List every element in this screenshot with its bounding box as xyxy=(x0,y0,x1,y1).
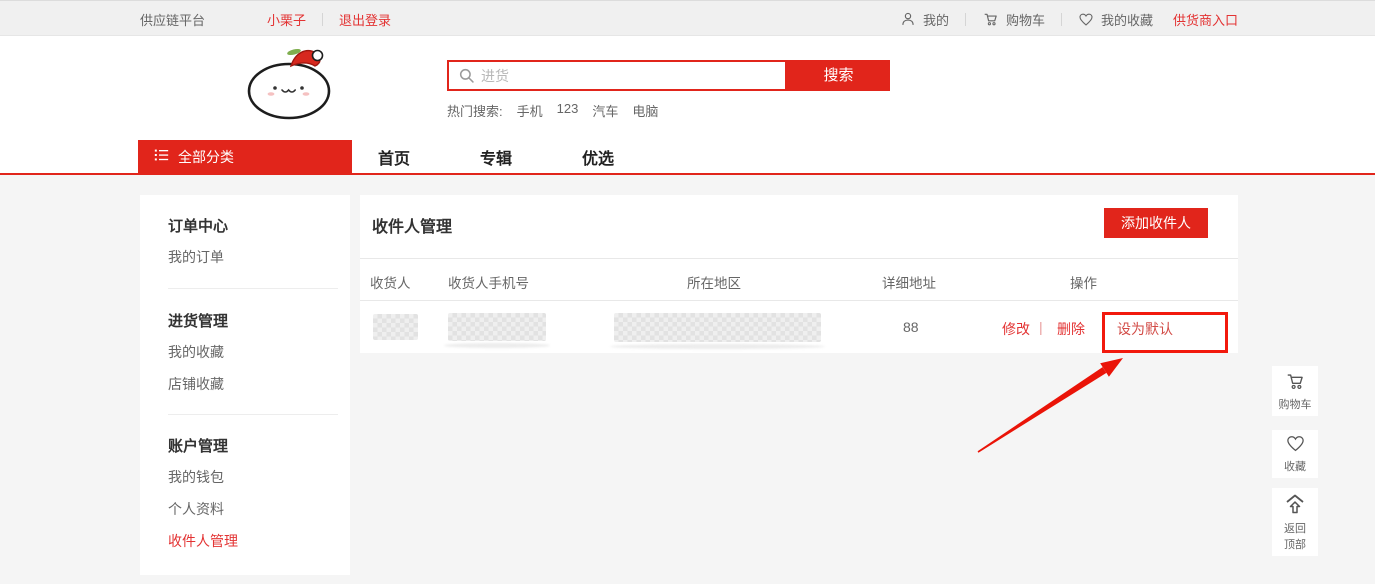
edit-link[interactable]: 修改 xyxy=(1002,319,1030,339)
float-cart-label: 购物车 xyxy=(1279,399,1312,412)
cart-label: 购物车 xyxy=(1006,10,1045,29)
set-default-link[interactable]: 设为默认 xyxy=(1117,319,1173,339)
col-phone: 收货人手机号 xyxy=(448,272,529,292)
back-to-top-icon xyxy=(1284,493,1306,520)
sidebar-item-my-favorites[interactable]: 我的收藏 xyxy=(168,342,224,362)
redacted-phone-cell xyxy=(448,313,546,341)
float-cart-button[interactable]: 购物车 xyxy=(1272,366,1318,416)
person-icon xyxy=(900,11,916,27)
search-input[interactable] xyxy=(449,62,785,89)
sidebar-item-recipient-management[interactable]: 收件人管理 xyxy=(168,531,238,551)
sidebar-divider xyxy=(168,414,338,415)
sidebar-section-account: 账户管理 xyxy=(168,435,228,456)
sidebar: 订单中心 我的订单 进货管理 我的收藏 店铺收藏 账户管理 我的钱包 个人资料 … xyxy=(140,195,350,575)
delete-link[interactable]: 删除 xyxy=(1057,319,1085,339)
cart-link[interactable]: 购物车 xyxy=(982,10,1045,29)
redacted-receiver-cell xyxy=(373,314,418,340)
all-categories-button[interactable]: 全部分类 xyxy=(138,140,352,173)
my-account-link[interactable]: 我的 xyxy=(900,10,949,29)
favorites-link[interactable]: 我的收藏 xyxy=(1078,10,1153,29)
col-region: 所在地区 xyxy=(687,272,741,292)
add-recipient-button[interactable]: 添加收件人 xyxy=(1104,208,1208,238)
username-link[interactable]: 小栗子 xyxy=(267,10,306,29)
action-separator: | xyxy=(1039,319,1043,335)
search-box xyxy=(447,60,787,91)
page: 供应链平台 小栗子 退出登录 我的 购物车 我的收藏 供货商入口 xyxy=(0,0,1375,584)
col-actions: 操作 xyxy=(1070,272,1097,292)
cart-icon xyxy=(982,11,999,27)
back-to-top-label-2: 顶部 xyxy=(1284,539,1306,552)
sidebar-divider xyxy=(168,288,338,289)
table-header-row: 收货人 收货人手机号 所在地区 详细地址 操作 xyxy=(360,258,1238,300)
table-row: 88 修改 | 删除 设为默认 xyxy=(360,300,1238,353)
topbar: 供应链平台 小栗子 退出登录 我的 购物车 我的收藏 供货商入口 xyxy=(0,0,1375,36)
hot-term[interactable]: 123 xyxy=(557,101,579,120)
nav-item-picks[interactable]: 优选 xyxy=(582,145,614,169)
supplier-entry-link[interactable]: 供货商入口 xyxy=(1173,10,1238,29)
float-favorite-button[interactable]: 收藏 xyxy=(1272,430,1318,478)
hot-term[interactable]: 电脑 xyxy=(632,101,658,120)
page-title: 收件人管理 xyxy=(372,213,452,237)
my-account-label: 我的 xyxy=(923,10,949,29)
address-cell: 88 xyxy=(903,319,919,335)
divider xyxy=(965,13,966,26)
category-list-icon xyxy=(154,148,169,165)
sidebar-item-my-wallet[interactable]: 我的钱包 xyxy=(168,467,224,487)
col-receiver: 收货人 xyxy=(370,272,411,292)
recipient-management-panel: 收件人管理 添加收件人 收货人 收货人手机号 所在地区 详细地址 操作 88 修… xyxy=(360,195,1238,353)
topbar-right: 我的 购物车 我的收藏 供货商入口 xyxy=(900,1,1238,37)
hot-term[interactable]: 汽车 xyxy=(592,101,618,120)
topbar-left: 供应链平台 小栗子 退出登录 xyxy=(140,1,391,37)
back-to-top-button[interactable]: 返回 顶部 xyxy=(1272,488,1318,556)
logout-link[interactable]: 退出登录 xyxy=(339,10,391,29)
all-categories-label: 全部分类 xyxy=(178,147,234,167)
redacted-region-cell xyxy=(614,313,821,342)
nav-item-albums[interactable]: 专辑 xyxy=(480,145,512,169)
nav-item-home[interactable]: 首页 xyxy=(378,145,410,169)
divider xyxy=(1061,13,1062,26)
sidebar-item-shop-favorites[interactable]: 店铺收藏 xyxy=(168,374,224,394)
hot-search-label: 热门搜索: xyxy=(447,101,503,120)
site-logo[interactable] xyxy=(245,42,337,122)
heart-icon xyxy=(1285,434,1306,458)
sidebar-item-my-orders[interactable]: 我的订单 xyxy=(168,247,224,267)
heart-icon xyxy=(1078,12,1094,27)
favorites-label: 我的收藏 xyxy=(1101,10,1153,29)
search-button[interactable]: 搜索 xyxy=(787,60,890,91)
brand-label: 供应链平台 xyxy=(140,10,205,29)
sidebar-section-purchasing: 进货管理 xyxy=(168,310,228,331)
col-address: 详细地址 xyxy=(882,272,936,292)
nav-links: 首页 专辑 优选 xyxy=(378,140,614,173)
sidebar-item-profile[interactable]: 个人资料 xyxy=(168,499,224,519)
float-favorite-label: 收藏 xyxy=(1284,461,1306,474)
sidebar-section-orders: 订单中心 xyxy=(168,215,228,236)
hot-term[interactable]: 手机 xyxy=(517,101,543,120)
divider xyxy=(322,13,323,26)
hot-search-row: 热门搜索: 手机 123 汽车 电脑 xyxy=(447,101,658,120)
cart-icon xyxy=(1284,371,1306,396)
back-to-top-label-1: 返回 xyxy=(1284,523,1306,536)
